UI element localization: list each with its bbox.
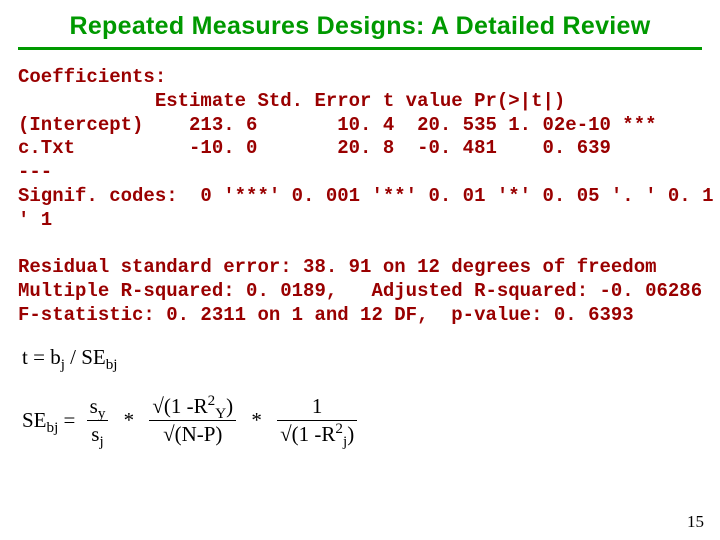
formula-t-div: / [65,345,81,369]
mul-2: * [247,408,266,433]
frac-1-r2j: 1 √(1 -R2j) [277,394,357,447]
frac2-top-sub: Y [215,406,226,422]
frac1-bot-sub: j [99,434,103,450]
title-underline [18,47,702,50]
frac2-top: √(1 -R2Y) [149,394,236,421]
frac3-bot-sup: 2 [335,421,343,437]
frac3-bot: √(1 -R2j) [277,421,357,447]
formula-t: t = bj / SEbj [22,345,702,370]
frac2-top-post: ) [226,394,233,418]
frac2-bot: √(N-P) [149,421,236,447]
page-title: Repeated Measures Designs: A Detailed Re… [18,12,702,41]
formula-se-lhs: SEbj = [22,408,75,433]
mul-1: * [120,408,139,433]
formula-se-lhs-sub: bj [47,420,59,436]
formula-t-b: b [50,345,61,369]
formula-se: SEbj = sy sj * √(1 -R2Y) √(N-P) * 1 √(1 … [22,394,702,447]
frac3-bot-pre: √(1 -R [280,422,335,446]
frac1-top: sy [87,394,109,421]
frac3-top: 1 [277,394,357,421]
r-output-block: Coefficients: Estimate Std. Error t valu… [18,66,702,327]
page-number: 15 [687,512,704,532]
formula-se-lhs-txt: SE [22,408,47,432]
formula-t-lhs: t = [22,345,50,369]
formula-se-eq: = [58,408,75,432]
frac-sy-sj: sy sj [87,394,109,447]
frac1-bot: sj [87,421,109,447]
frac1-top-sub: y [98,406,106,422]
frac-r2y-np: √(1 -R2Y) √(N-P) [149,394,236,447]
formula-t-se-sub: bj [106,357,118,373]
frac2-top-pre: √(1 -R [152,394,207,418]
frac3-bot-post: ) [347,422,354,446]
formula-t-se: SE [81,345,106,369]
frac1-top-s: s [90,394,98,418]
